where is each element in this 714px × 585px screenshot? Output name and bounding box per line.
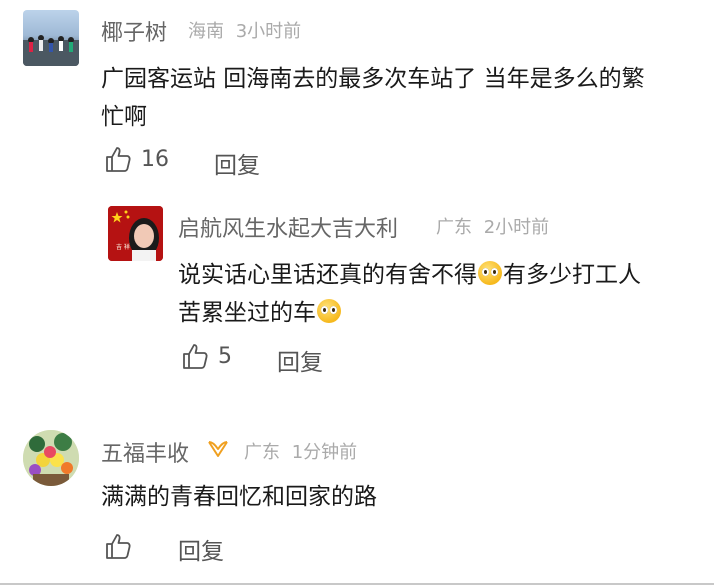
comment-username[interactable]: 椰子树 <box>101 15 167 47</box>
comment-time: 3小时前 <box>235 21 302 42</box>
comment-meta: 广东 2小时前 <box>436 213 549 239</box>
like-count: 5 <box>218 343 232 369</box>
avatar[interactable] <box>23 430 79 486</box>
comment-meta: 海南 3小时前 <box>188 17 301 43</box>
thumbs-up-icon <box>106 534 131 559</box>
comment-text-line: 苦累坐过的车 <box>178 294 698 332</box>
flower-bouquet-photo-icon <box>23 430 79 486</box>
thumbs-up-icon <box>106 147 131 172</box>
reply-button[interactable]: 回复 <box>277 343 323 377</box>
reply-button[interactable]: 回复 <box>178 532 224 566</box>
pleading-face-emoji-icon <box>478 261 502 285</box>
comment-text-segment: 有多少打工人 <box>503 262 641 288</box>
comment-text-segment: 苦累坐过的车 <box>178 300 316 326</box>
comment-text: 说实话心里话还真的有舍不得 有多少打工人 苦累坐过的车 <box>178 256 698 332</box>
comment-location: 广东 <box>244 442 280 463</box>
comment-text-segment: 说实话心里话还真的有舍不得 <box>178 262 477 288</box>
pleading-face-emoji-icon <box>317 299 341 323</box>
comment-text: 广园客运站 回海南去的最多次车站了 当年是多么的繁 忙啊 <box>101 60 701 136</box>
comment-text-line: 广园客运站 回海南去的最多次车站了 当年是多么的繁 <box>101 66 645 92</box>
like-button[interactable]: 16 <box>104 145 169 173</box>
like-button[interactable]: 5 <box>181 342 232 370</box>
comment-text-line: 说实话心里话还真的有舍不得 有多少打工人 <box>178 256 698 294</box>
like-count: 16 <box>141 146 169 172</box>
avatar[interactable] <box>23 10 79 66</box>
comment-location: 海南 <box>188 21 224 42</box>
woman-portrait-flag-icon: 吉 祥 <box>108 206 163 261</box>
comment-username[interactable]: 启航风生水起大吉大利 <box>178 211 398 243</box>
crowd-street-photo-icon <box>23 35 79 66</box>
comment-time: 2小时前 <box>483 217 550 238</box>
comment-text-line: 忙啊 <box>101 104 147 130</box>
comment-text: 满满的青春回忆和回家的路 <box>101 478 701 516</box>
comment-time: 1分钟前 <box>291 442 358 463</box>
comment-username[interactable]: 五福丰收 <box>101 436 189 468</box>
thumbs-up-icon <box>183 344 208 369</box>
gold-badge-icon <box>208 441 228 457</box>
avatar[interactable]: 吉 祥 <box>108 206 163 261</box>
comment-meta: 广东 1分钟前 <box>244 438 357 464</box>
comment-text-line: 满满的青春回忆和回家的路 <box>101 484 377 510</box>
comment-location: 广东 <box>436 217 472 238</box>
svg-text:吉 祥: 吉 祥 <box>116 243 130 251</box>
reply-button[interactable]: 回复 <box>214 146 260 180</box>
like-button[interactable] <box>104 532 132 560</box>
